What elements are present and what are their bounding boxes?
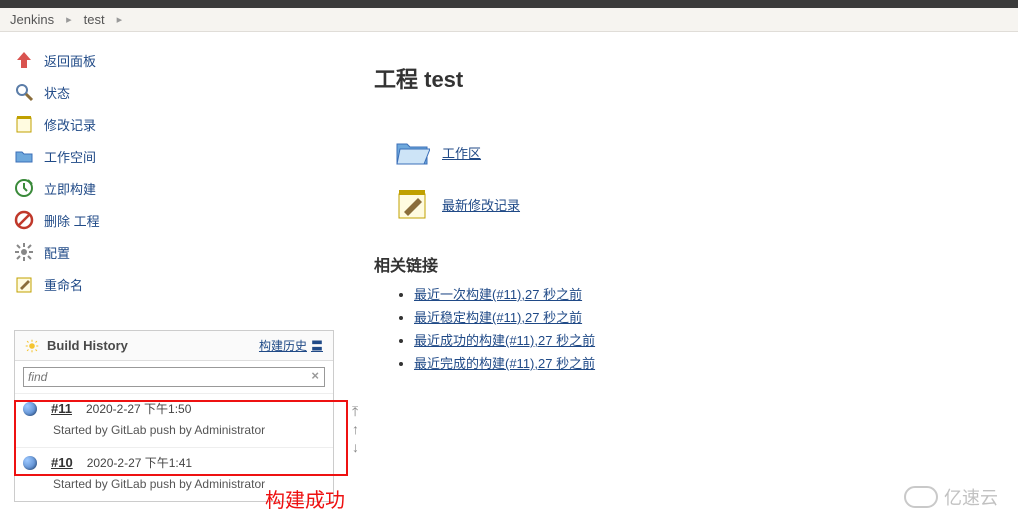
breadcrumb: Jenkins ▸ test ▸ [0, 8, 1018, 32]
breadcrumb-project[interactable]: test [84, 12, 105, 27]
arrow-up-icon[interactable]: ↑ [352, 422, 359, 436]
sidebar-item-label: 配置 [44, 243, 70, 262]
build-nav-arrows: ⤒ ↑ ↓ [352, 404, 359, 454]
related-link[interactable]: 最近完成的构建(#11),27 秒之前 [414, 356, 595, 371]
arrow-up-icon [14, 50, 34, 70]
trend-icon: 〓 [311, 337, 323, 354]
arrow-down-icon[interactable]: ↓ [352, 440, 359, 454]
related-link[interactable]: 最近稳定构建(#11),27 秒之前 [414, 310, 582, 325]
sidebar-item-label: 立即构建 [44, 179, 96, 198]
sidebar-item-label: 工作空间 [44, 147, 96, 166]
sidebar-item-workspace[interactable]: 工作空间 [14, 140, 334, 172]
watermark: 亿速云 [904, 484, 998, 510]
sidebar-item-back[interactable]: 返回面板 [14, 44, 334, 76]
related-link[interactable]: 最近一次构建(#11),27 秒之前 [414, 287, 582, 302]
build-history-panel: Build History 构建历史 〓 × #11 2020-2-27 下午1… [14, 330, 334, 502]
status-ball-icon [23, 402, 37, 416]
clear-icon[interactable]: × [311, 368, 319, 383]
chevron-right-icon: ▸ [117, 13, 123, 26]
sidebar-item-label: 状态 [44, 83, 70, 102]
edit-icon [14, 274, 34, 294]
build-history-search-input[interactable] [23, 367, 325, 387]
sidebar-item-rename[interactable]: 重命名 [14, 268, 334, 300]
related-link[interactable]: 最近成功的构建(#11),27 秒之前 [414, 333, 595, 348]
build-timestamp: 2020-2-27 下午1:50 [86, 400, 191, 417]
sidebar-item-configure[interactable]: 配置 [14, 236, 334, 268]
sidebar-item-delete[interactable]: 删除 工程 [14, 204, 334, 236]
chevron-right-icon: ▸ [66, 13, 72, 26]
build-number-link[interactable]: #11 [51, 401, 72, 416]
sidebar-item-label: 修改记录 [44, 115, 96, 134]
sidebar-menu: 返回面板 状态 修改记录 工作空间 立即构建 删除 工程 [14, 44, 334, 300]
build-row[interactable]: #11 2020-2-27 下午1:50 Started by GitLab p… [15, 394, 333, 447]
arrow-top-icon[interactable]: ⤒ [352, 404, 359, 418]
annotation-text: 构建成功 [265, 484, 345, 513]
topbar [0, 0, 1018, 8]
notepad-icon [14, 114, 34, 134]
sidebar-item-label: 返回面板 [44, 51, 96, 70]
cloud-icon [904, 486, 938, 508]
sidebar-item-label: 重命名 [44, 275, 83, 294]
build-history-title: Build History [47, 338, 128, 353]
build-number-link[interactable]: #10 [51, 455, 73, 470]
clock-icon [14, 178, 34, 198]
related-links-heading: 相关链接 [374, 252, 998, 276]
build-history-trend-link[interactable]: 构建历史 〓 [259, 337, 323, 354]
sidebar-item-build-now[interactable]: 立即构建 [14, 172, 334, 204]
related-links-list: 最近一次构建(#11),27 秒之前 最近稳定构建(#11),27 秒之前 最近… [374, 284, 998, 372]
status-ball-icon [23, 456, 37, 470]
changes-icon [394, 186, 430, 222]
breadcrumb-root[interactable]: Jenkins [10, 12, 54, 27]
workspace-link[interactable]: 工作区 [442, 143, 481, 162]
folder-icon [14, 146, 34, 166]
sidebar-item-label: 删除 工程 [44, 211, 100, 230]
sidebar-item-changes[interactable]: 修改记录 [14, 108, 334, 140]
folder-open-icon [394, 134, 430, 170]
search-icon [14, 82, 34, 102]
forbidden-icon [14, 210, 34, 230]
sidebar-item-status[interactable]: 状态 [14, 76, 334, 108]
build-meta: Started by GitLab push by Administrator [23, 423, 325, 437]
gear-icon [14, 242, 34, 262]
page-title: 工程 test [374, 62, 998, 94]
recent-changes-link[interactable]: 最新修改记录 [442, 195, 520, 214]
build-timestamp: 2020-2-27 下午1:41 [87, 454, 192, 471]
sun-icon [25, 339, 39, 353]
